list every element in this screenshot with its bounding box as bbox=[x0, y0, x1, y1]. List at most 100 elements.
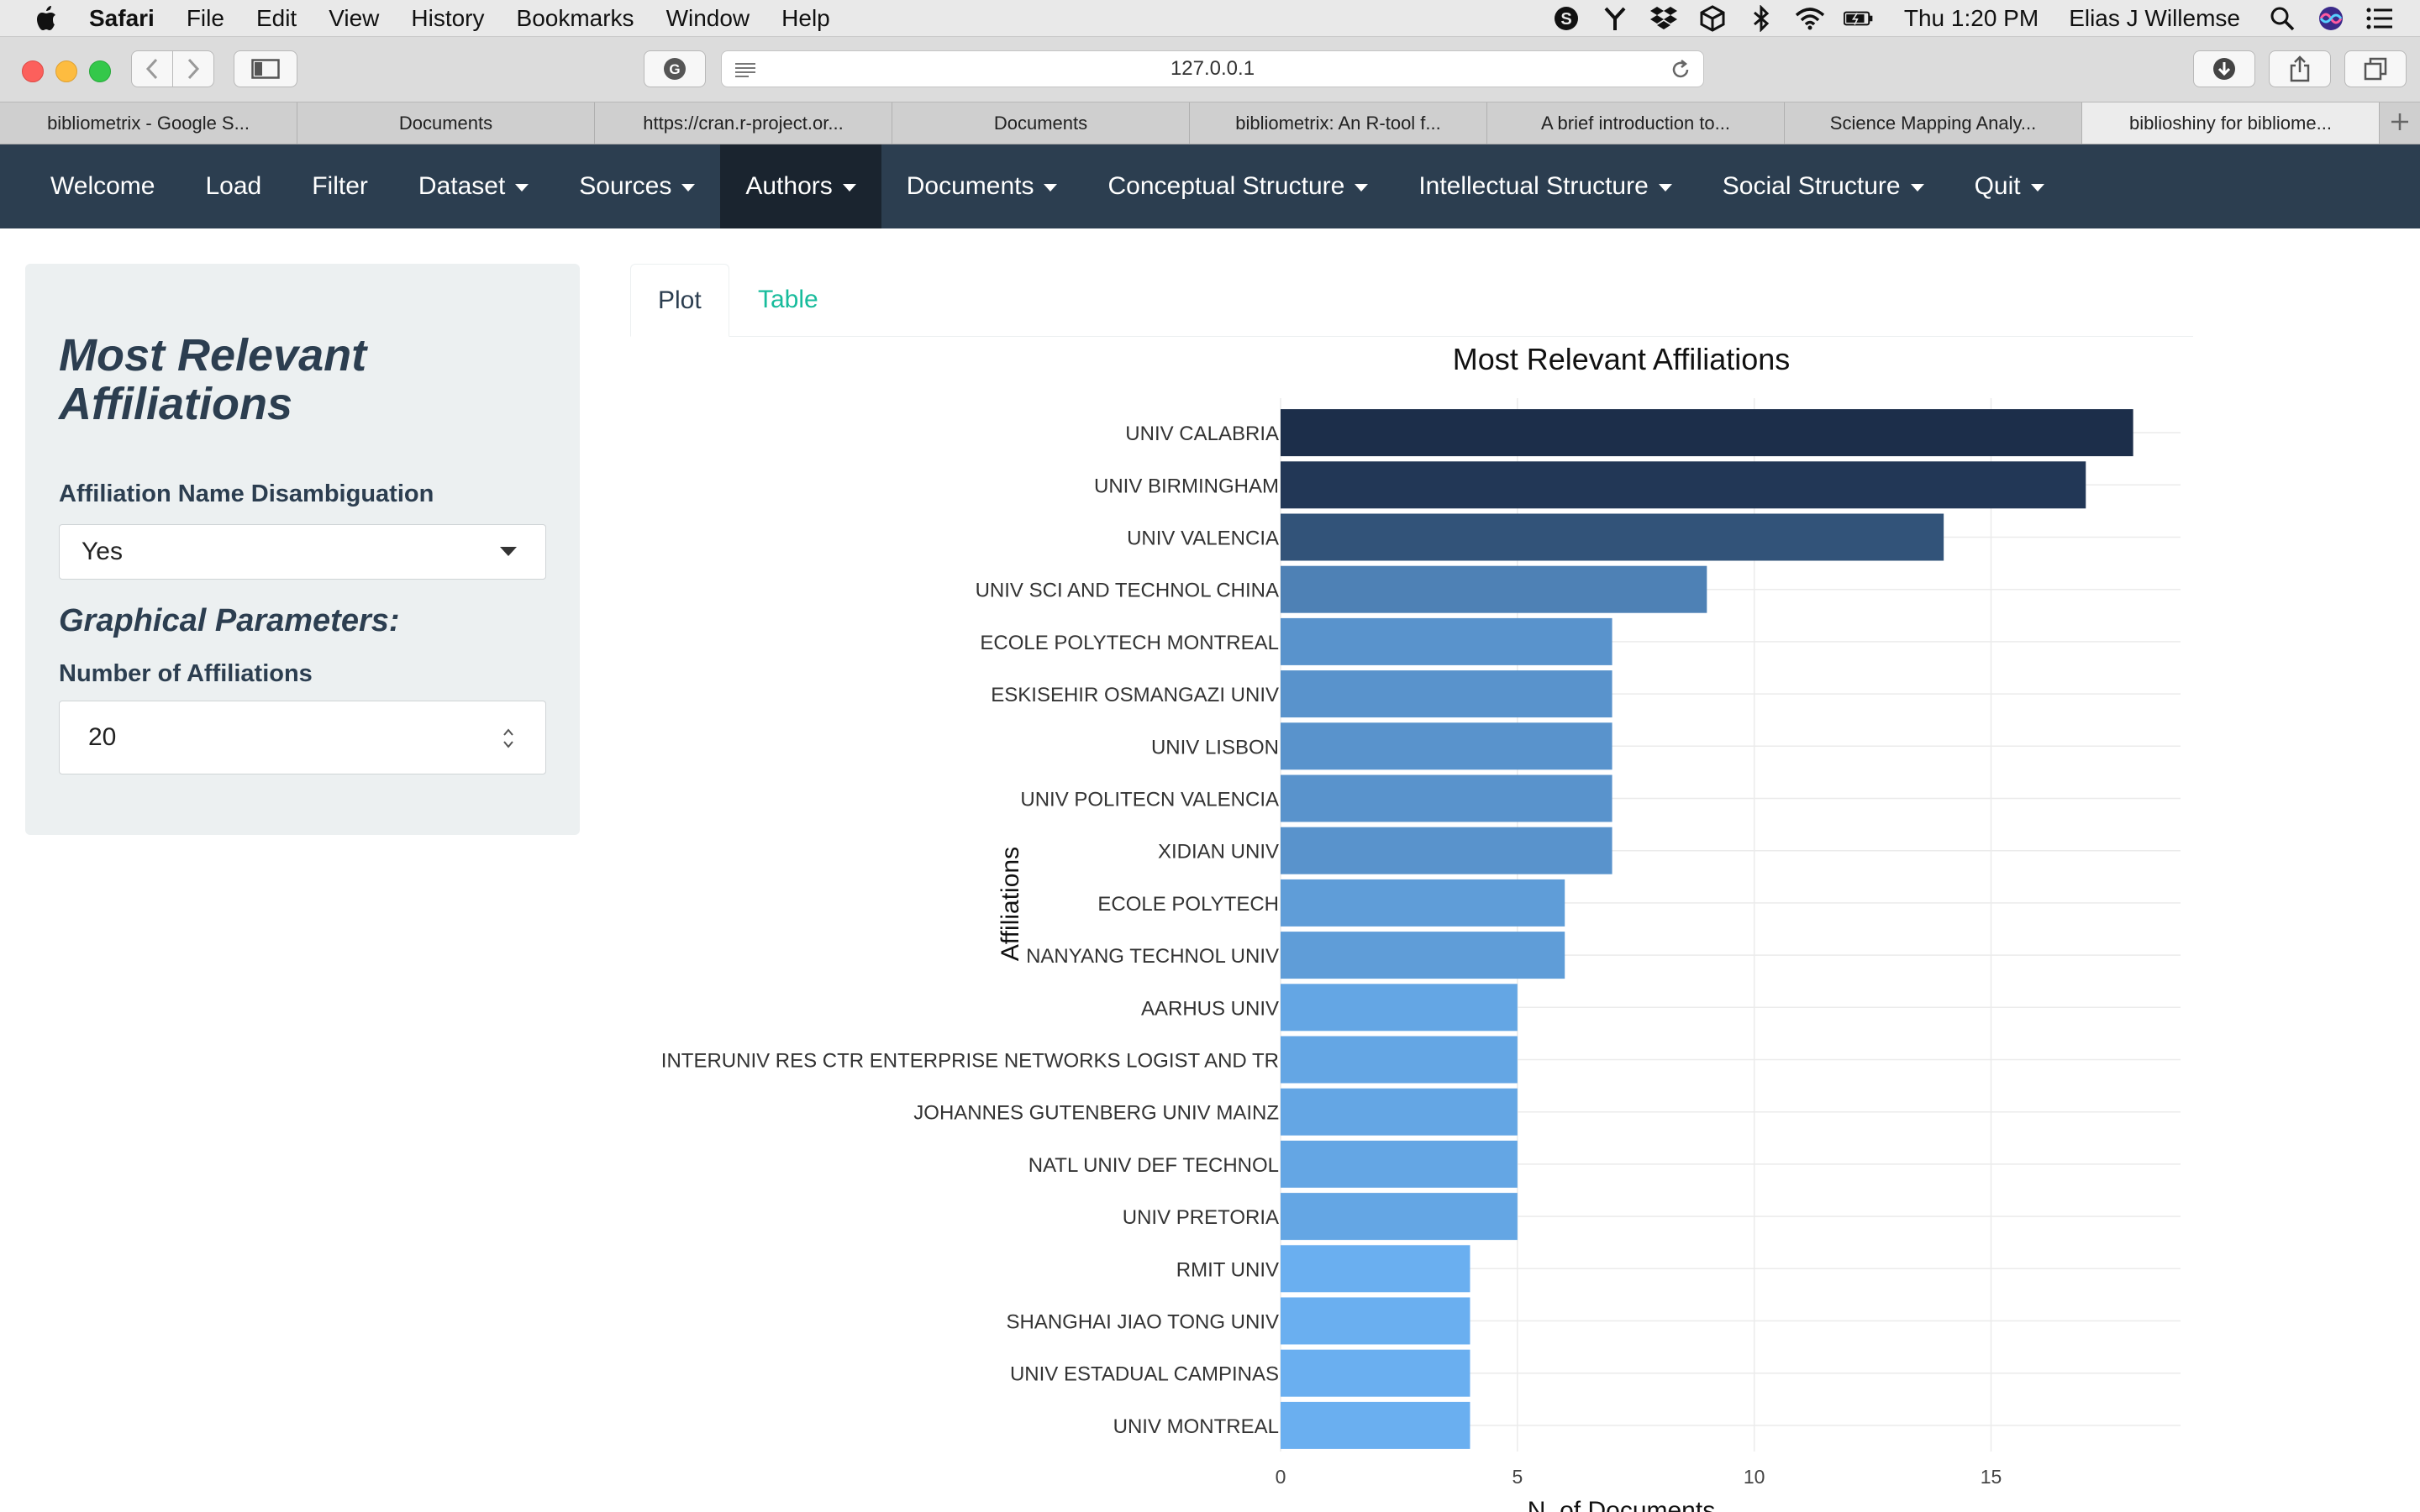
nav-quit-label: Quit bbox=[1974, 172, 2021, 200]
disambiguation-select[interactable]: Yes bbox=[59, 524, 546, 580]
browser-tab[interactable]: bibliometrix: An R-tool f... bbox=[1190, 102, 1487, 144]
chart-bar bbox=[1281, 932, 1565, 979]
wifi-icon[interactable] bbox=[1795, 3, 1825, 34]
bluetooth-icon[interactable] bbox=[1746, 3, 1776, 34]
share-button[interactable] bbox=[2269, 50, 2331, 87]
chart-bar bbox=[1281, 565, 1707, 613]
number-of-affiliations-value: 20 bbox=[88, 723, 117, 751]
chart-bar bbox=[1281, 1349, 1470, 1397]
nav-social-structure-label: Social Structure bbox=[1722, 172, 1901, 200]
chart-bar bbox=[1281, 1245, 1470, 1293]
category-label: JOHANNES GUTENBERG UNIV MAINZ bbox=[913, 1102, 1279, 1125]
number-stepper-icon[interactable] bbox=[502, 725, 515, 752]
siri-icon[interactable] bbox=[2316, 3, 2346, 34]
apple-icon[interactable] bbox=[34, 4, 59, 33]
nav-sources-label: Sources bbox=[579, 172, 672, 200]
chart-bar bbox=[1281, 617, 1612, 665]
chart-bar bbox=[1281, 409, 2133, 457]
nav-social-structure[interactable]: Social Structure bbox=[1697, 144, 1949, 228]
menu-bookmarks[interactable]: Bookmarks bbox=[517, 5, 634, 32]
menubar-username[interactable]: Elias J Willemse bbox=[2069, 5, 2240, 32]
fork-icon[interactable] bbox=[1600, 3, 1630, 34]
category-label: NANYANG TECHNOL UNIV bbox=[1026, 945, 1279, 968]
url-text[interactable]: 127.0.0.1 bbox=[722, 51, 1703, 87]
browser-tab[interactable]: A brief introduction to... bbox=[1487, 102, 1785, 144]
browser-tab[interactable]: bibliometrix - Google S... bbox=[0, 102, 297, 144]
zoom-window-button[interactable] bbox=[89, 60, 111, 82]
browser-tab-active[interactable]: biblioshiny for bibliome... bbox=[2082, 102, 2380, 144]
battery-icon[interactable] bbox=[1843, 3, 1874, 34]
chart-bar bbox=[1281, 1036, 1518, 1084]
category-label: NATL UNIV DEF TECHNOL bbox=[1028, 1154, 1279, 1177]
menubar-status-area: S Thu 1:20 PM Elias J Willemse bbox=[1533, 0, 2420, 37]
nav-welcome[interactable]: Welcome bbox=[25, 144, 180, 228]
affiliations-bar-chart: Most Relevant Affiliations UNIV CALABRIA U… bbox=[661, 342, 2181, 1512]
nav-dataset-label: Dataset bbox=[418, 172, 506, 200]
menu-help[interactable]: Help bbox=[781, 5, 830, 32]
chart-bar bbox=[1281, 1297, 1470, 1345]
menu-view[interactable]: View bbox=[329, 5, 379, 32]
spotlight-search-icon[interactable] bbox=[2267, 3, 2297, 34]
chart-bar bbox=[1281, 1140, 1518, 1188]
tab-table[interactable]: Table bbox=[731, 264, 845, 337]
chart-bar bbox=[1281, 461, 2086, 509]
browser-tab[interactable]: Documents bbox=[297, 102, 595, 144]
nav-dataset[interactable]: Dataset bbox=[393, 144, 554, 228]
tab-overview-button[interactable] bbox=[2344, 50, 2407, 87]
nav-load[interactable]: Load bbox=[180, 144, 287, 228]
category-label: UNIV MONTREAL bbox=[1113, 1415, 1279, 1438]
category-label: UNIV SCI AND TECHNOL CHINA bbox=[976, 580, 1279, 602]
address-bar[interactable]: 127.0.0.1 bbox=[721, 50, 1704, 87]
minimize-window-button[interactable] bbox=[55, 60, 77, 82]
number-of-affiliations-input[interactable]: 20 bbox=[59, 701, 546, 774]
nav-intellectual-structure[interactable]: Intellectual Structure bbox=[1393, 144, 1697, 228]
skype-icon[interactable]: S bbox=[1551, 3, 1581, 34]
share-icon bbox=[2290, 55, 2310, 82]
category-label: UNIV VALENCIA bbox=[1127, 528, 1279, 550]
category-label: SHANGHAI JIAO TONG UNIV bbox=[1006, 1311, 1279, 1334]
dropbox-icon[interactable] bbox=[1649, 3, 1679, 34]
chart-bar bbox=[1281, 774, 1612, 822]
menu-edit[interactable]: Edit bbox=[256, 5, 297, 32]
notification-center-icon[interactable] bbox=[2365, 3, 2395, 34]
chart-bar bbox=[1281, 1088, 1518, 1136]
category-label: UNIV ESTADUAL CAMPINAS bbox=[1010, 1363, 1279, 1386]
nav-documents[interactable]: Documents bbox=[881, 144, 1083, 228]
nav-intellectual-structure-label: Intellectual Structure bbox=[1418, 172, 1649, 200]
chart-title: Most Relevant Affiliations bbox=[1453, 342, 1791, 376]
downloads-button[interactable] bbox=[2193, 50, 2255, 87]
tab-plot[interactable]: Plot bbox=[630, 264, 729, 337]
browser-tab-strip: bibliometrix - Google S... Documents htt… bbox=[0, 102, 2420, 144]
output-tabset: Plot Table bbox=[630, 264, 2193, 337]
menu-window[interactable]: Window bbox=[666, 5, 750, 32]
menubar-clock[interactable]: Thu 1:20 PM bbox=[1904, 5, 2039, 32]
category-label: AARHUS UNIV bbox=[1141, 997, 1279, 1020]
svg-text:G: G bbox=[669, 61, 680, 77]
nav-conceptual-structure[interactable]: Conceptual Structure bbox=[1082, 144, 1393, 228]
nav-load-label: Load bbox=[205, 172, 262, 200]
browser-tab[interactable]: https://cran.r-project.or... bbox=[595, 102, 892, 144]
close-window-button[interactable] bbox=[22, 60, 44, 82]
forward-button[interactable] bbox=[172, 50, 214, 87]
menu-app-name[interactable]: Safari bbox=[89, 5, 155, 32]
chart-bar bbox=[1281, 513, 1944, 561]
menu-history[interactable]: History bbox=[411, 5, 484, 32]
browser-tab[interactable]: Documents bbox=[892, 102, 1190, 144]
browser-tab[interactable]: Science Mapping Analy... bbox=[1785, 102, 2082, 144]
nav-sources[interactable]: Sources bbox=[554, 144, 720, 228]
new-tab-button[interactable] bbox=[2380, 102, 2420, 144]
box-icon[interactable] bbox=[1697, 3, 1728, 34]
category-label: UNIV LISBON bbox=[1151, 736, 1279, 759]
chart-bar bbox=[1281, 984, 1518, 1032]
nav-quit[interactable]: Quit bbox=[1949, 144, 2070, 228]
category-label: INTERUNIV RES CTR ENTERPRISE NETWORKS LO… bbox=[661, 1050, 1279, 1073]
nav-filter[interactable]: Filter bbox=[287, 144, 393, 228]
grammarly-extension-button[interactable]: G bbox=[644, 50, 706, 87]
back-button[interactable] bbox=[131, 50, 173, 87]
sidebar-toggle-button[interactable] bbox=[234, 50, 297, 87]
nav-authors[interactable]: Authors bbox=[720, 144, 881, 228]
caret-down-icon bbox=[2030, 183, 2044, 192]
reload-icon[interactable] bbox=[1670, 59, 1691, 81]
menu-file[interactable]: File bbox=[187, 5, 224, 32]
x-axis-title: N. of Documents bbox=[1528, 1497, 1715, 1512]
